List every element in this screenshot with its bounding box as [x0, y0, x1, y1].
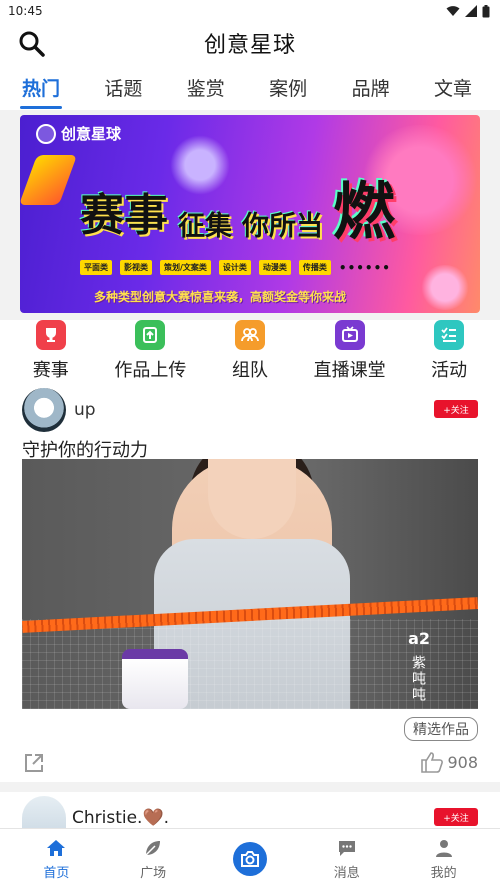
camera-icon	[240, 851, 259, 867]
banner-headline-part: 你所当	[242, 211, 323, 242]
image-brand-mark: a2	[408, 629, 430, 648]
banner-categories: 平面类 影视类 策划/文案类 设计类 动漫类 传播类 ••••••	[80, 260, 391, 275]
like-button[interactable]: 908	[420, 751, 478, 773]
banner-category-chip: 传播类	[298, 260, 331, 275]
nav-label: 消息	[333, 865, 360, 881]
share-icon[interactable]	[22, 751, 46, 775]
thumbs-up-icon	[421, 752, 444, 773]
quick-action-label: 直播课堂	[313, 360, 386, 381]
app-header: 创意星球	[0, 22, 500, 64]
tab-cases[interactable]: 案例	[269, 74, 307, 101]
quick-action-events[interactable]: 活动	[431, 320, 467, 384]
banner-headline: 赛事 征集 你所当 燃	[80, 179, 395, 243]
quick-action-label: 作品上传	[114, 360, 187, 381]
live-tv-icon	[334, 320, 365, 350]
post-username[interactable]: Christie.🤎.	[72, 808, 169, 828]
featured-tag: 精选作品	[404, 717, 478, 741]
feed-post: Christie.🤎. +关注	[0, 792, 500, 832]
status-icons	[446, 4, 490, 18]
banner-category-chip: 设计类	[218, 260, 251, 275]
planet-logo-icon	[36, 123, 56, 144]
banner-category-chip: 策划/文案类	[160, 260, 211, 275]
follow-button[interactable]: +关注	[434, 400, 478, 418]
follow-button[interactable]: +关注	[434, 808, 478, 826]
team-icon	[234, 320, 265, 350]
banner-headline-part: 燃	[333, 175, 396, 248]
camera-button[interactable]	[232, 842, 267, 876]
banner-category-chip: 平面类	[80, 260, 112, 275]
signal-icon	[465, 5, 477, 17]
post-username[interactable]: up	[74, 400, 96, 420]
avatar[interactable]	[22, 796, 66, 832]
category-tabs: 热门 话题 鉴赏 案例 品牌 文章	[0, 64, 500, 110]
nav-home[interactable]: 首页	[21, 838, 91, 881]
tab-brands[interactable]: 品牌	[352, 74, 390, 101]
wifi-icon	[446, 6, 460, 16]
tab-hot[interactable]: 热门	[19, 74, 63, 109]
banner-logo-text: 创意星球	[61, 125, 122, 143]
status-time: 10:45	[8, 4, 43, 18]
nav-label: 我的	[430, 865, 457, 881]
banner-dots: ••••••	[338, 260, 391, 275]
quick-action-contest[interactable]: 赛事	[33, 320, 69, 384]
image-brand-vertical: 紫吨吨	[410, 655, 426, 703]
feed-post: up +关注 守护你的行动力 a2 紫吨吨 精选作品 908	[0, 384, 500, 782]
quick-actions: 赛事 作品上传 组队 直播课堂 活动	[0, 320, 500, 384]
nav-messages[interactable]: 消息	[312, 838, 382, 881]
nav-camera[interactable]	[215, 842, 285, 876]
banner-decoration	[420, 265, 470, 310]
post-image[interactable]: a2 紫吨吨	[22, 459, 478, 709]
plaza-icon	[145, 840, 161, 856]
nav-profile[interactable]: 我的	[409, 838, 479, 881]
banner-category-chip: 影视类	[120, 260, 152, 275]
banner-logo: 创意星球	[36, 123, 121, 144]
banner-category-chip: 动漫类	[258, 260, 291, 275]
upload-doc-icon	[135, 320, 166, 350]
promo-banner[interactable]: 创意星球 赛事 征集 你所当 燃 平面类 影视类 策划/文案类 设计类 动漫类 …	[20, 115, 480, 313]
trophy-icon	[35, 320, 66, 350]
checklist-icon	[434, 320, 465, 350]
tab-topics[interactable]: 话题	[104, 74, 142, 101]
nav-plaza[interactable]: 广场	[118, 838, 188, 881]
home-icon	[47, 839, 66, 856]
quick-action-team[interactable]: 组队	[232, 320, 268, 384]
quick-action-live-class[interactable]: 直播课堂	[314, 320, 386, 384]
quick-action-label: 组队	[231, 360, 268, 381]
status-bar: 10:45	[0, 0, 500, 22]
post-header: up	[22, 388, 96, 432]
tab-articles[interactable]: 文章	[434, 74, 472, 101]
like-count: 908	[447, 752, 478, 772]
profile-icon	[435, 839, 452, 857]
banner-headline-part: 征集	[178, 211, 232, 242]
banner-headline-part: 赛事	[80, 190, 168, 241]
bottom-nav: 首页 广场 消息 我的	[0, 828, 500, 889]
avatar[interactable]	[22, 388, 66, 432]
battery-icon	[482, 4, 490, 17]
message-icon	[338, 840, 355, 856]
banner-subtitle: 多种类型创意大赛惊喜来袭，高额奖金等你来战	[94, 290, 347, 304]
image-product-can	[122, 649, 188, 709]
nav-label: 广场	[140, 865, 167, 881]
quick-action-upload[interactable]: 作品上传	[114, 320, 186, 384]
nav-label: 首页	[43, 865, 70, 881]
tab-appreciation[interactable]: 鉴赏	[187, 74, 225, 101]
quick-action-label: 活动	[431, 360, 468, 381]
quick-action-label: 赛事	[32, 360, 69, 381]
search-icon[interactable]	[18, 30, 46, 58]
app-title: 创意星球	[203, 33, 296, 58]
